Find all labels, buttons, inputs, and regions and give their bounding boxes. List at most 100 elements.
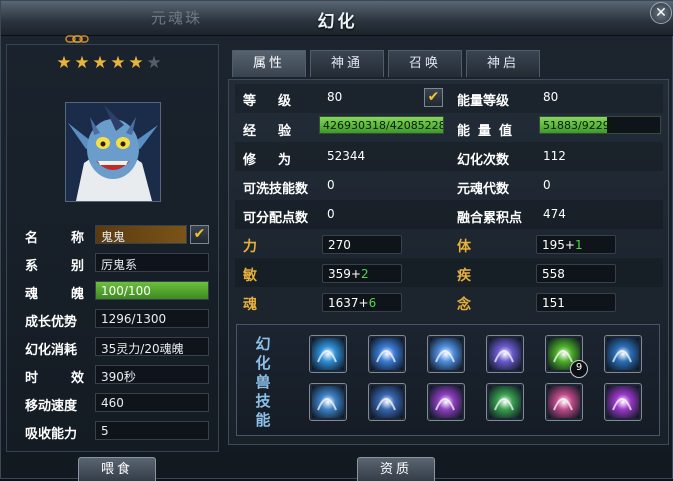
- star-rating: ★ ★ ★ ★ ★ ★: [55, 53, 163, 73]
- soul-attr-label: 魂: [243, 297, 257, 313]
- star-icon: ★: [128, 53, 144, 73]
- ice-burst-skill-icon[interactable]: [309, 335, 347, 373]
- pet-portrait: [65, 102, 161, 202]
- skills-label: 幻化兽技能: [255, 335, 271, 429]
- poison-mist-skill-icon[interactable]: 9: [545, 335, 588, 378]
- shield-skill-icon[interactable]: [309, 383, 347, 421]
- tab-abilities[interactable]: 神通: [310, 50, 384, 77]
- wind-slash-skill-icon[interactable]: [427, 335, 465, 373]
- agility-label: 敏: [243, 268, 257, 284]
- checkmark-icon: ✔: [193, 226, 206, 242]
- faction-row: 系 别 厉鬼系: [7, 253, 220, 275]
- spirit-claw-skill-icon[interactable]: [486, 335, 524, 373]
- transform-count-label: 幻化次数: [457, 153, 510, 168]
- level-lock-checkbox[interactable]: ✔: [424, 88, 443, 107]
- absorb-value: 5: [95, 421, 209, 440]
- energy-bar: 51883/92296: [539, 116, 661, 134]
- tab-attributes[interactable]: 属性: [232, 50, 306, 77]
- absorb-row: 吸收能力 5: [7, 421, 220, 443]
- star-icon: ★: [92, 53, 108, 73]
- strength-value: 270: [322, 235, 402, 254]
- tab-summon[interactable]: 召唤: [388, 50, 462, 77]
- move-speed-row: 移动速度 460: [7, 393, 220, 415]
- soul-attr-value: 1637+6: [322, 293, 402, 312]
- cultivation-label: 修为: [243, 153, 314, 168]
- transform-window: 元魂珠 幻化 ✕ ★ ★ ★ ★ ★ ★ 名 称 鬼鬼 ✔ 系 别 厉鬼系 魂 …: [0, 0, 673, 481]
- vortex-skill-icon[interactable]: [604, 383, 642, 421]
- exp-value: 426930318/420852288: [323, 119, 444, 132]
- level-label: 等级: [243, 94, 314, 109]
- energy-value: 51883/92296: [543, 119, 617, 132]
- mind-value: 151: [536, 293, 616, 312]
- level-value: 80: [327, 90, 343, 104]
- growth-label: 成长优势: [25, 315, 78, 330]
- ghost-guard-skill-icon[interactable]: [604, 335, 642, 373]
- soul-bar: 100/100: [95, 281, 209, 300]
- cost-label: 幻化消耗: [25, 343, 78, 358]
- constitution-bonus: 1: [574, 238, 583, 252]
- chain-link-icon: [65, 35, 89, 43]
- constitution-value: 195+1: [536, 235, 616, 254]
- title-bar[interactable]: 元魂珠 幻化: [1, 1, 673, 36]
- close-button[interactable]: ✕: [650, 2, 672, 24]
- rune-skill-icon[interactable]: [368, 383, 406, 421]
- tab-revelation[interactable]: 神启: [466, 50, 540, 77]
- agility-value: 359+2: [322, 264, 402, 283]
- washable-skills-label: 可洗技能数: [243, 182, 309, 197]
- agility-bonus: 2: [360, 267, 369, 281]
- free-points-value: 0: [327, 207, 335, 221]
- energy-level-label: 能量等级: [457, 94, 510, 109]
- mind-label: 念: [457, 297, 471, 313]
- pet-name-field[interactable]: 鬼鬼: [95, 225, 187, 244]
- skills-section: 幻化兽技能 9: [236, 324, 660, 436]
- lightning-strike-skill-icon[interactable]: [368, 335, 406, 373]
- feed-button[interactable]: 喂食: [78, 457, 156, 481]
- free-points-label: 可分配点数: [243, 211, 309, 226]
- attributes-panel: 等级 80 ✔ 能量等级 80 经验 426930318/420852288 能…: [228, 79, 669, 445]
- exp-bar: 426930318/420852288: [319, 116, 444, 134]
- constitution-label: 体: [457, 239, 471, 255]
- window-title: 幻化: [317, 12, 358, 32]
- washable-skills-value: 0: [327, 178, 335, 192]
- strength-base: 270: [328, 238, 351, 252]
- generation-label: 元魂代数: [457, 182, 510, 197]
- empty-star-icon: ★: [146, 53, 162, 73]
- cost-value: 35灵力/20魂魄: [95, 337, 209, 356]
- cost-row: 幻化消耗 35灵力/20魂魄: [7, 337, 220, 359]
- move-speed-label: 移动速度: [25, 399, 78, 414]
- aptitude-button[interactable]: 资质: [357, 457, 435, 481]
- mind-base: 151: [542, 296, 565, 310]
- move-speed-value: 460: [95, 393, 209, 412]
- exp-label: 经验: [243, 124, 314, 139]
- growth-value: 1296/1300: [95, 309, 209, 328]
- name-label: 名 称: [25, 231, 95, 246]
- blood-slash-skill-icon[interactable]: [545, 383, 583, 421]
- name-row: 名 称 鬼鬼 ✔: [7, 225, 220, 247]
- checkmark-icon: ✔: [427, 89, 440, 105]
- ghost-demon-portrait-icon: [66, 103, 160, 201]
- toxic-blade-skill-icon[interactable]: [486, 383, 524, 421]
- speed-value: 558: [536, 264, 616, 283]
- curse-skill-icon[interactable]: [427, 383, 465, 421]
- duration-value: 390秒: [95, 365, 209, 384]
- soul-label: 魂 魄: [25, 287, 95, 302]
- energy-label: 能量值: [457, 124, 521, 139]
- speed-label: 疾: [457, 268, 471, 284]
- absorb-label: 吸收能力: [25, 427, 78, 442]
- soul-attr-base: 1637+: [328, 296, 369, 310]
- soul-row: 魂 魄 100/100: [7, 281, 220, 303]
- agility-base: 359+: [328, 267, 361, 281]
- speed-base: 558: [542, 267, 565, 281]
- faction-value: 厉鬼系: [95, 253, 209, 272]
- growth-row: 成长优势 1296/1300: [7, 309, 220, 331]
- faction-label: 系 别: [25, 259, 95, 274]
- skill-count-badge: 9: [570, 360, 588, 378]
- fusion-points-label: 融合累积点: [457, 211, 523, 226]
- pet-info-panel: ★ ★ ★ ★ ★ ★ 名 称 鬼鬼 ✔ 系 别 厉鬼系 魂 魄 100/100…: [6, 44, 219, 452]
- duration-label: 时 效: [25, 371, 95, 386]
- transform-count-value: 112: [543, 149, 566, 163]
- close-icon: ✕: [655, 5, 667, 21]
- soul-attr-bonus: 6: [368, 296, 377, 310]
- confirm-name-checkbox[interactable]: ✔: [190, 225, 209, 244]
- star-icon: ★: [74, 53, 90, 73]
